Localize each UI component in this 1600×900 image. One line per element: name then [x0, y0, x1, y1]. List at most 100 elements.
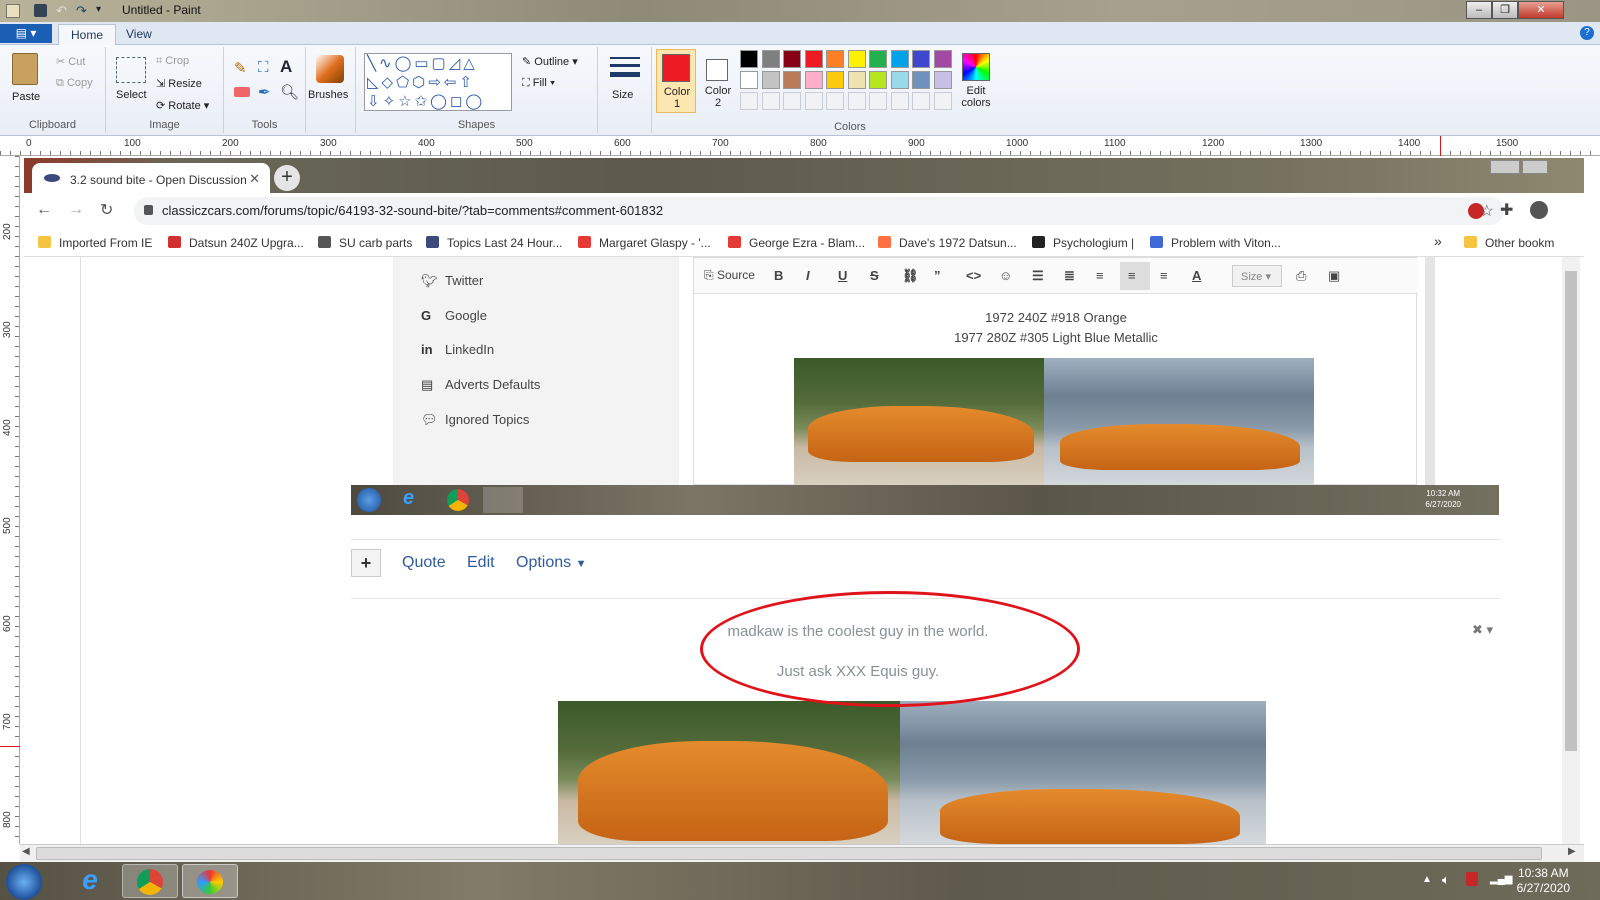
start-button[interactable]: [6, 864, 42, 900]
code-icon[interactable]: <>: [966, 268, 981, 283]
tab-home[interactable]: Home: [58, 24, 117, 45]
brushes-button[interactable]: Brushes: [308, 89, 348, 101]
bookmark-item[interactable]: George Ezra - Blam...: [728, 236, 865, 250]
new-tab-button[interactable]: +: [274, 165, 300, 191]
bookmark-item[interactable]: Imported From IE: [38, 236, 152, 250]
volume-icon[interactable]: 🔈︎: [1442, 872, 1450, 888]
scroll-right-icon[interactable]: ▶: [1568, 846, 1576, 857]
resize-button[interactable]: ⇲ Resize: [156, 77, 202, 90]
fill-button[interactable]: ⛶ Fill ▾: [522, 77, 555, 90]
pencil-icon[interactable]: ✎: [234, 59, 247, 77]
forward-icon[interactable]: →: [68, 201, 84, 219]
palette-swatch[interactable]: [804, 71, 823, 89]
bookmark-item[interactable]: Margaret Glaspy - '...: [578, 236, 711, 250]
crop-button[interactable]: ⌗ Crop: [156, 55, 189, 68]
gif-icon[interactable]: ▣: [1328, 268, 1340, 284]
horizontal-scroll-thumb[interactable]: [36, 847, 1542, 860]
numbered-list-icon[interactable]: ≣: [1064, 268, 1075, 284]
fill-bucket-icon[interactable]: ⛶: [258, 59, 269, 76]
edit-link[interactable]: Edit: [467, 554, 495, 572]
menu-google[interactable]: G Google: [421, 308, 487, 323]
multiquote-button[interactable]: +: [351, 549, 381, 577]
copy-button[interactable]: ⧉ Copy: [56, 77, 93, 90]
paint-app-icon[interactable]: [6, 4, 20, 18]
paste-button[interactable]: Paste: [12, 91, 40, 103]
maximize-button[interactable]: ❐: [1492, 1, 1518, 19]
palette-swatch[interactable]: [933, 71, 952, 89]
emoji-icon[interactable]: ☺: [999, 268, 1012, 283]
custom-color-slot[interactable]: [761, 92, 780, 110]
palette-swatch[interactable]: [761, 71, 780, 89]
palette-swatch[interactable]: [740, 71, 758, 89]
text-color-icon[interactable]: A: [1192, 268, 1201, 283]
palette-swatch[interactable]: [933, 50, 952, 68]
custom-color-slot[interactable]: [912, 92, 930, 110]
close-x-icon[interactable]: ✖ ▾: [1472, 622, 1493, 638]
palette-swatch[interactable]: [847, 50, 866, 68]
cut-button[interactable]: ✂ Cut: [56, 55, 85, 68]
palette-swatch[interactable]: [761, 50, 780, 68]
custom-color-slot[interactable]: [869, 92, 887, 110]
edit-colors-button[interactable]: Edit colors: [958, 49, 994, 113]
custom-color-slot[interactable]: [826, 92, 844, 110]
palette-swatch[interactable]: [912, 50, 930, 68]
custom-color-slot[interactable]: [890, 92, 909, 110]
eraser-icon[interactable]: [234, 87, 250, 97]
bookmark-item[interactable]: Dave's 1972 Datsun...: [878, 236, 1017, 250]
menu-adverts-defaults[interactable]: ▤ Adverts Defaults: [421, 377, 540, 393]
palette-swatch[interactable]: [783, 50, 801, 68]
custom-color-slot[interactable]: [933, 92, 952, 110]
close-button[interactable]: ✕: [1518, 1, 1564, 19]
text-tool-icon[interactable]: A: [280, 57, 292, 77]
internet-explorer-icon[interactable]: e: [62, 864, 118, 898]
align-left-icon[interactable]: ≡: [1096, 268, 1104, 283]
options-dropdown[interactable]: Options ▼: [516, 554, 586, 572]
custom-color-slot[interactable]: [783, 92, 801, 110]
rotate-button[interactable]: ⟳ Rotate ▾: [156, 99, 209, 112]
palette-swatch[interactable]: [847, 71, 866, 89]
undo-icon[interactable]: ↶: [56, 3, 67, 19]
save-icon[interactable]: [34, 4, 47, 17]
canvas-horizontal-scrollbar[interactable]: ◀ ▶: [20, 844, 1584, 862]
quote-link[interactable]: Quote: [402, 554, 446, 572]
bookmark-item[interactable]: Problem with Viton...: [1150, 236, 1281, 250]
magnifier-icon[interactable]: 🔍︎: [280, 83, 299, 101]
tab-view[interactable]: View: [114, 24, 164, 45]
custom-color-slot[interactable]: [847, 92, 866, 110]
bookmark-item[interactable]: Psychologium |: [1032, 236, 1134, 250]
source-button[interactable]: ⎘ Source: [704, 268, 755, 283]
show-hidden-icons[interactable]: ▲: [1422, 874, 1432, 885]
quote-icon[interactable]: ”: [934, 268, 941, 283]
palette-swatch[interactable]: [890, 50, 909, 68]
preview-icon[interactable]: ⎙: [1296, 268, 1306, 284]
palette-swatch[interactable]: [869, 71, 887, 89]
color-picker-icon[interactable]: ✒: [258, 83, 271, 101]
align-center-icon[interactable]: ≡: [1120, 262, 1150, 290]
chrome-maximize-button[interactable]: [1522, 160, 1548, 174]
shapes-gallery[interactable]: ╲∿◯▭▢◿△ ◺◇⬠⬡⇨⇦⇧ ⇩✧☆✩◯◻◯: [364, 53, 512, 111]
palette-swatch[interactable]: [912, 71, 930, 89]
action-center-icon[interactable]: [1466, 872, 1478, 886]
help-icon[interactable]: ?: [1580, 26, 1594, 40]
paint-canvas[interactable]: 3.2 sound bite - Open Discussion ✕ + ← →…: [24, 158, 1584, 844]
extensions-puzzle-icon[interactable]: ✚: [1500, 200, 1513, 220]
link-icon[interactable]: ⛓: [902, 268, 919, 284]
color2-button[interactable]: Color 2: [700, 49, 736, 113]
network-icon[interactable]: ▂▄▆: [1490, 874, 1512, 885]
paint-taskbar-button[interactable]: [182, 864, 238, 898]
back-icon[interactable]: ←: [36, 201, 52, 219]
palette-swatch[interactable]: [890, 71, 909, 89]
customize-quick-access-icon[interactable]: ▾: [96, 4, 101, 15]
profile-avatar-icon[interactable]: [1530, 201, 1548, 219]
font-size-select[interactable]: Size ▾: [1232, 265, 1282, 287]
align-right-icon[interactable]: ≡: [1160, 268, 1168, 283]
minimize-button[interactable]: –: [1466, 1, 1492, 19]
strikethrough-icon[interactable]: S: [870, 268, 879, 283]
bookmark-item[interactable]: Topics Last 24 Hour...: [426, 236, 562, 250]
extension-adblock-icon[interactable]: [1468, 203, 1484, 219]
page-vertical-scrollbar[interactable]: [1562, 257, 1580, 844]
palette-swatch[interactable]: [740, 50, 758, 68]
close-tab-icon[interactable]: ✕: [249, 171, 260, 187]
bullet-list-icon[interactable]: ☰: [1032, 268, 1044, 284]
menu-twitter[interactable]: 🐦︎ Twitter: [421, 273, 483, 289]
